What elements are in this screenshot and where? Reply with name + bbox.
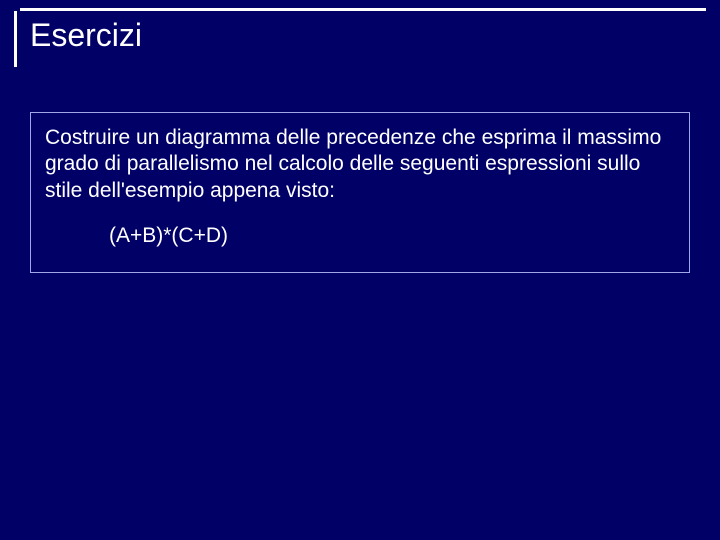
content-box: Costruire un diagramma delle precedenze … xyxy=(30,112,690,273)
slide-title-block: Esercizi xyxy=(14,8,706,67)
slide-title: Esercizi xyxy=(20,11,142,67)
title-row: Esercizi xyxy=(14,11,706,67)
expression-text: (A+B)*(C+D) xyxy=(109,224,675,248)
body-text: Costruire un diagramma delle precedenze … xyxy=(45,125,675,204)
